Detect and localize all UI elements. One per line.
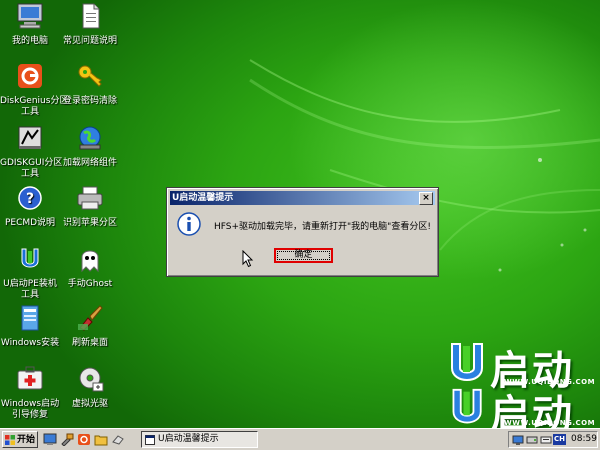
brand-logo-lower: 启动 WWW.UQIDONG.COM [448, 388, 595, 428]
tray-keyboard-icon[interactable] [540, 434, 552, 446]
desktop-icon-apple-partition[interactable]: 识别苹果分区 [60, 184, 120, 229]
network-globe-icon [74, 124, 106, 156]
cd-drive-icon [74, 365, 106, 397]
diskgenius-icon [14, 62, 46, 94]
desktop-icon-manual-ghost[interactable]: 手动Ghost [60, 245, 120, 290]
desktop-icon-windows-boot-repair[interactable]: Windows启动 引导修复 [0, 365, 60, 421]
taskbar-item-u-tip[interactable]: U启动温馨提示 [141, 431, 258, 448]
system-tray: CH 08:59 [508, 431, 598, 448]
brand-logo-upper: 启动 WWW.UQIDONG.COM [448, 342, 595, 394]
desktop-icon-diskgenius[interactable]: DiskGenius分区 工具 [0, 62, 68, 118]
start-button[interactable]: 开始 [2, 431, 38, 448]
desktop-icon-password-clear[interactable]: 登录密码清除 [60, 62, 120, 107]
quicklaunch-diskgenius-icon[interactable] [77, 433, 91, 446]
desktop-icon-u-pe-installer[interactable]: U启动PE装机 工具 [0, 245, 60, 301]
mouse-cursor-icon [242, 250, 254, 268]
desktop-icon-load-network[interactable]: 加载网络组件 [60, 124, 120, 169]
ok-button-label: 确定 [294, 250, 313, 260]
close-icon: × [422, 193, 430, 203]
svg-text:?: ? [26, 191, 34, 207]
dialog-close-button[interactable]: × [419, 192, 433, 205]
info-icon [177, 212, 201, 236]
ok-button[interactable]: 确定 [274, 248, 333, 263]
desktop-icon-virtual-cd[interactable]: 虚拟光驱 [60, 365, 120, 410]
u-logo-icon [14, 245, 46, 277]
brush-icon [74, 304, 106, 336]
u-logo-icon [451, 343, 483, 381]
input-language-badge[interactable]: CH [553, 434, 566, 445]
document-icon [74, 2, 106, 34]
dialog-title: U启动温馨提示 [172, 193, 234, 203]
quicklaunch-folder-icon[interactable] [94, 433, 108, 446]
desktop-icon-pecmd[interactable]: ? PECMD说明 [0, 184, 60, 229]
dialog-message: HFS+驱动加载完毕，请重新打开"我的电脑"查看分区! [214, 222, 431, 232]
quicklaunch-tool-icon[interactable] [60, 433, 74, 446]
key-icon [74, 62, 106, 94]
dialog-title-bar[interactable]: U启动温馨提示 × [170, 191, 435, 205]
gdisk-icon [14, 124, 46, 156]
desktop-icon-refresh-desktop[interactable]: 刷新桌面 [60, 304, 120, 349]
window-icon [145, 435, 155, 445]
desktop-icon-my-computer[interactable]: 我的电脑 [0, 2, 60, 47]
help-icon: ? [14, 184, 46, 216]
brand-url-lower: WWW.UQIDONG.COM [504, 419, 596, 427]
u-logo-icon [452, 388, 482, 424]
first-aid-icon [14, 365, 46, 397]
printer-icon [74, 184, 106, 216]
desktop-icon-gdiskgui[interactable]: GDISKGUI分区 工具 [0, 124, 62, 180]
tray-drive-icon[interactable] [526, 434, 538, 446]
ghost-icon [74, 245, 106, 277]
windows-setup-icon [14, 304, 46, 336]
start-label: 开始 [17, 435, 36, 445]
clock[interactable]: 08:59 [571, 432, 597, 447]
message-dialog: U启动温馨提示 × HFS+驱动加载完毕，请重新打开"我的电脑"查看分区! 确定 [166, 187, 439, 277]
quicklaunch-eraser-icon[interactable] [111, 433, 125, 446]
my-computer-icon [14, 2, 46, 34]
taskbar: 开始 U启动温馨提示 CH 08:59 [0, 428, 600, 450]
desktop-icon-windows-setup[interactable]: Windows安装 [0, 304, 60, 349]
desktop-icon-faq[interactable]: 常见问题说明 [60, 2, 120, 47]
tray-network-icon[interactable] [512, 434, 524, 446]
quicklaunch-desktop-icon[interactable] [43, 433, 57, 446]
windows-logo-icon [5, 435, 15, 445]
desktop: 我的电脑 DiskGenius分区 工具 GDISKGUI分区 工具 ? PEC… [0, 0, 600, 428]
task-item-label: U启动温馨提示 [158, 434, 219, 444]
